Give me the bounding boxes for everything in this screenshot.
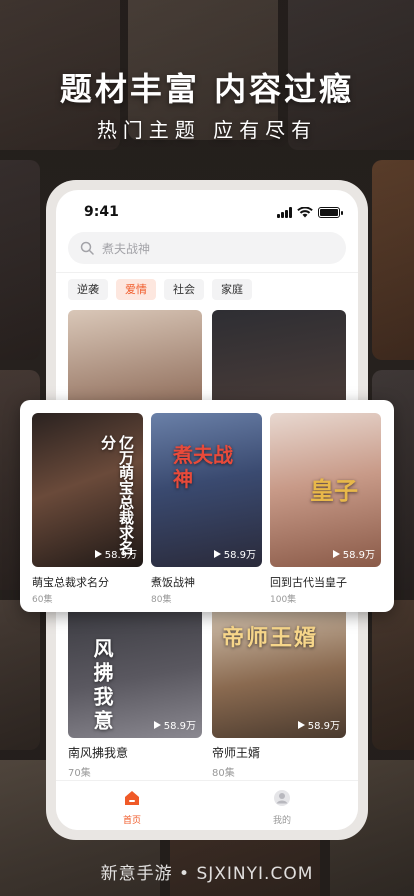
status-bar: 9:41 bbox=[56, 204, 358, 224]
profile-icon bbox=[274, 790, 290, 806]
drama-poster[interactable]: 风拂我意 58.9万 bbox=[68, 602, 202, 738]
search-bar[interactable]: 煮夫战神 bbox=[68, 232, 346, 264]
play-icon bbox=[213, 549, 221, 558]
drama-title[interactable]: 煮饭战神 bbox=[151, 574, 195, 590]
play-icon bbox=[94, 549, 102, 558]
tab-mine[interactable]: 我的 bbox=[252, 789, 312, 826]
episode-count: 70集 bbox=[68, 768, 91, 779]
search-placeholder: 煮夫战神 bbox=[102, 241, 151, 256]
play-icon bbox=[297, 720, 305, 729]
tab-nixi[interactable]: 逆袭 bbox=[68, 279, 108, 300]
poster-title-art: 帝师王婿 bbox=[222, 626, 319, 651]
drama-title[interactable]: 南风拂我意 bbox=[68, 744, 128, 761]
poster-title-art: 亿万萌宝总裁求名分 bbox=[99, 435, 135, 555]
poster-title-art: 风拂我意 bbox=[90, 638, 114, 734]
play-icon bbox=[332, 549, 340, 558]
episode-count: 80集 bbox=[212, 768, 235, 779]
featured-dramas-card: 亿万萌宝总裁求名分 58.9万 萌宝总裁求名分 60集 煮夫战神 58.9万 煮… bbox=[20, 400, 394, 612]
drama-poster[interactable]: 煮夫战神 58.9万 bbox=[151, 413, 262, 567]
view-count: 58.9万 bbox=[163, 721, 196, 732]
search-icon bbox=[80, 241, 94, 255]
episode-count: 60集 bbox=[32, 595, 53, 605]
tab-shehui[interactable]: 社会 bbox=[164, 279, 204, 300]
status-time: 9:41 bbox=[84, 204, 119, 220]
episode-count: 100集 bbox=[270, 595, 297, 605]
drama-poster[interactable]: 皇子 58.9万 bbox=[270, 413, 381, 567]
tab-jiating[interactable]: 家庭 bbox=[212, 279, 252, 300]
signal-icon bbox=[277, 207, 292, 218]
tab-aiqing[interactable]: 爱情 bbox=[116, 279, 156, 300]
view-count: 58.9万 bbox=[342, 550, 375, 561]
tab-home-label: 首页 bbox=[122, 816, 141, 826]
drama-title[interactable]: 帝师王婿 bbox=[212, 744, 260, 761]
poster-title-art: 皇子 bbox=[310, 477, 358, 505]
home-icon bbox=[125, 791, 139, 805]
watermark: 新意手游 • SJXINYI.COM bbox=[100, 864, 314, 884]
bottom-tab-bar: 首页 我的 bbox=[56, 780, 358, 830]
promo-headline: 题材丰富 内容过瘾 bbox=[59, 70, 355, 108]
drama-title[interactable]: 萌宝总裁求名分 bbox=[32, 574, 109, 590]
view-count: 58.9万 bbox=[104, 550, 137, 561]
view-count: 58.9万 bbox=[307, 721, 340, 732]
poster-title-art: 煮夫战神 bbox=[173, 443, 233, 491]
play-icon bbox=[153, 720, 161, 729]
divider bbox=[56, 272, 358, 273]
battery-icon bbox=[318, 207, 343, 218]
tab-home[interactable]: 首页 bbox=[102, 789, 162, 826]
category-tabs: 逆袭 爱情 社会 家庭 bbox=[68, 279, 252, 300]
drama-poster[interactable]: 帝师王婿 58.9万 bbox=[212, 602, 346, 738]
view-count: 58.9万 bbox=[223, 550, 256, 561]
wifi-icon bbox=[297, 207, 313, 218]
promo-subline: 热门主题 应有尽有 bbox=[96, 118, 318, 142]
episode-count: 80集 bbox=[151, 595, 172, 605]
tab-mine-label: 我的 bbox=[272, 816, 291, 826]
drama-poster[interactable]: 亿万萌宝总裁求名分 58.9万 bbox=[32, 413, 143, 567]
drama-title[interactable]: 回到古代当皇子 bbox=[270, 574, 347, 590]
